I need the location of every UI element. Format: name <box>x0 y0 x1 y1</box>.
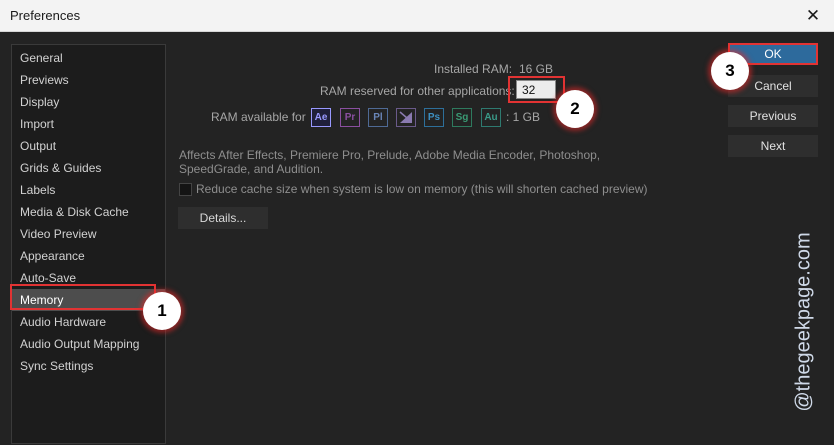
sidebar: General Previews Display Import Output G… <box>11 44 166 444</box>
sidebar-item-video-preview[interactable]: Video Preview <box>12 223 165 245</box>
reduce-cache-label: Reduce cache size when system is low on … <box>196 182 648 196</box>
sidebar-item-audio-hardware[interactable]: Audio Hardware <box>12 311 165 333</box>
sidebar-item-grids-guides[interactable]: Grids & Guides <box>12 157 165 179</box>
highlight-box-memory <box>10 284 156 310</box>
sidebar-item-display[interactable]: Display <box>12 91 165 113</box>
close-icon[interactable]: ✕ <box>802 5 824 27</box>
prelude-icon: Pl <box>368 108 388 127</box>
sidebar-item-appearance[interactable]: Appearance <box>12 245 165 267</box>
ram-available-value: : 1 GB <box>506 110 541 124</box>
sidebar-item-general[interactable]: General <box>12 47 165 69</box>
sidebar-item-previews[interactable]: Previews <box>12 69 165 91</box>
media-encoder-icon <box>396 108 416 127</box>
media-encoder-glyph <box>399 111 412 123</box>
sidebar-item-audio-output-mapping[interactable]: Audio Output Mapping <box>12 333 165 355</box>
after-effects-icon: Ae <box>311 108 331 127</box>
premiere-pro-icon: Pr <box>340 108 360 127</box>
next-button[interactable]: Next <box>728 135 818 157</box>
audition-icon: Au <box>481 108 501 127</box>
speedgrade-icon: Sg <box>452 108 472 127</box>
ram-reserved-input[interactable]: 32 <box>516 80 556 99</box>
sidebar-item-output[interactable]: Output <box>12 135 165 157</box>
callout-step-3: 3 <box>711 52 749 90</box>
watermark: @thegeekpage.com <box>790 227 818 417</box>
title-bar: Preferences ✕ <box>0 0 834 32</box>
sidebar-item-media-disk-cache[interactable]: Media & Disk Cache <box>12 201 165 223</box>
reduce-cache-checkbox[interactable] <box>179 183 192 196</box>
sidebar-item-labels[interactable]: Labels <box>12 179 165 201</box>
callout-step-1: 1 <box>143 292 181 330</box>
photoshop-icon: Ps <box>424 108 444 127</box>
window-title: Preferences <box>10 8 81 23</box>
installed-ram-value: 16 GB <box>519 62 554 76</box>
ram-available-label: RAM available for <box>211 110 306 124</box>
details-button[interactable]: Details... <box>178 207 268 229</box>
installed-ram-label: Installed RAM: <box>434 62 513 76</box>
watermark-text: @thegeekpage.com <box>792 232 815 412</box>
ram-reserved-label: RAM reserved for other applications: <box>320 84 515 98</box>
memory-description: Affects After Effects, Premiere Pro, Pre… <box>179 148 601 176</box>
sidebar-item-sync-settings[interactable]: Sync Settings <box>12 355 165 377</box>
callout-step-2: 2 <box>556 90 594 128</box>
previous-button[interactable]: Previous <box>728 105 818 127</box>
sidebar-item-import[interactable]: Import <box>12 113 165 135</box>
preferences-dialog: General Previews Display Import Output G… <box>0 32 834 445</box>
